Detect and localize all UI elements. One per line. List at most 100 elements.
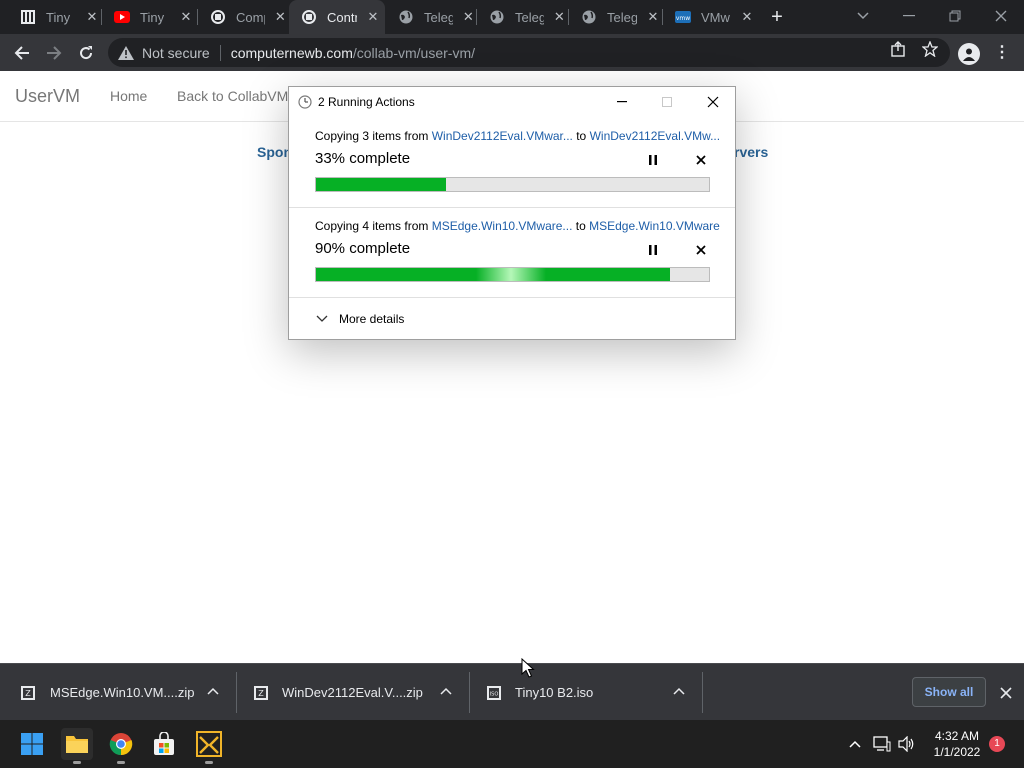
download-filename: Tiny10 B2.iso [515,685,594,700]
minimize-icon[interactable] [894,4,924,28]
bookmark-star-icon[interactable] [921,40,939,58]
tab-4[interactable]: Teleg ✕ [386,0,476,34]
tab-search-icon[interactable] [848,4,878,28]
chevron-up-icon[interactable] [672,684,686,698]
tab-6[interactable]: Teleg ✕ [569,0,661,34]
dialog-minimize-icon[interactable] [610,91,634,113]
tab-0[interactable]: Tiny ✕ [8,0,100,34]
reload-button[interactable] [73,40,99,66]
tab-close-icon[interactable]: ✕ [273,9,288,25]
sponsor-link[interactable]: Spon [257,144,292,160]
kebab-menu-icon[interactable]: ⋮ [992,42,1012,64]
nav-home-link[interactable]: Home [110,88,147,104]
windows-logo-icon [21,733,43,755]
tab-2[interactable]: Comp ✕ [198,0,288,34]
clock-time: 4:32 AM [934,729,980,743]
cancel-operation-icon[interactable] [693,243,709,257]
tab-close-icon[interactable]: ✕ [178,9,194,25]
close-download-shelf-icon[interactable] [997,684,1015,702]
restore-icon[interactable] [940,4,970,28]
chevron-up-icon[interactable] [439,684,453,698]
chevron-up-icon[interactable] [206,684,220,698]
tab-title: Teleg [515,9,544,25]
chrome-button[interactable] [105,728,137,764]
back-arrow-icon [14,46,29,60]
tab-close-icon[interactable]: ✕ [84,9,100,25]
site-brand[interactable]: UserVM [15,86,80,107]
start-button[interactable] [16,728,48,760]
download-item[interactable]: Z WinDev2112Eval.V....zip [237,664,469,721]
store-bag-icon [154,732,174,755]
zip-file-icon: Z [254,685,268,700]
operation-to: to [572,219,590,233]
show-hidden-icons-chevron-icon[interactable] [845,734,865,754]
tab-close-icon[interactable]: ✕ [461,9,476,25]
dialog-close-icon[interactable] [701,91,725,113]
clock-date: 1/1/2022 [933,745,981,759]
volume-icon[interactable] [897,734,917,754]
nav-back-to-collabvm-link[interactable]: Back to CollabVM [177,88,288,104]
mouse-pointer-icon [521,658,535,678]
show-all-button[interactable]: Show all [912,677,986,707]
zip-file-icon: Z [21,685,35,700]
address-bar[interactable]: Not secure computernewb.com/collab-vm/us… [108,38,950,67]
security-status[interactable]: Not secure [142,45,210,61]
tab-strip: Tiny ✕ Tiny ✕ Comp ✕ Contr ✕ Teleg ✕ [0,0,1024,34]
url-host: computernewb.com [230,44,353,61]
destination-folder-link[interactable]: WinDev2112Eval.VMw... [590,129,721,143]
taskbar-clock[interactable]: 4:32 AM 1/1/2022 [926,728,988,760]
more-details-toggle[interactable]: More details [315,311,404,327]
details-divider [289,297,735,298]
profile-avatar[interactable] [958,43,980,65]
cancel-operation-icon[interactable] [693,153,709,167]
tab-5[interactable]: Teleg ✕ [477,0,567,34]
tab-3-active[interactable]: Contr ✕ [289,0,385,34]
network-icon[interactable] [872,734,892,754]
file-explorer-button[interactable] [61,728,93,764]
download-item[interactable]: ISO Tiny10 B2.iso [470,664,702,721]
url-path: /collab-vm/user-vm/ [352,44,476,61]
share-icon[interactable] [889,40,907,58]
svg-text:ISO: ISO [490,691,499,697]
progress-bar [315,267,710,282]
tab-close-icon[interactable]: ✕ [645,9,661,25]
vm-app-button[interactable] [193,728,225,764]
download-shelf: Z MSEdge.Win10.VM....zip Z WinDev2112Eva… [0,663,1024,720]
progress-fill [316,268,670,281]
tab-title: Teleg [607,9,637,25]
close-window-icon[interactable] [986,4,1016,28]
download-filename: MSEdge.Win10.VM....zip [50,685,195,700]
dialog-titlebar[interactable]: 2 Running Actions [289,87,735,117]
warning-icon[interactable] [118,45,134,61]
tab-close-icon[interactable]: ✕ [552,9,567,25]
tab-title: Tiny [46,9,71,25]
clock-icon [298,95,312,109]
tab-1[interactable]: Tiny ✕ [102,0,196,34]
servers-link[interactable]: rvers [734,144,768,160]
source-folder-link[interactable]: WinDev2112Eval.VMwar... [432,129,573,143]
person-icon [963,48,975,61]
operation-prefix: Copying 4 items from [315,219,432,233]
percent-complete: 33% complete [315,150,411,167]
notification-badge[interactable]: 1 [989,736,1005,752]
copy-operation: Copying 4 items from MSEdge.Win10.VMware… [289,207,735,297]
tab-close-icon[interactable]: ✕ [739,9,755,25]
windows-taskbar: 4:32 AM 1/1/2022 1 [0,720,1024,768]
pause-icon[interactable] [645,153,661,167]
globe-icon [398,9,414,25]
back-button[interactable] [9,40,35,66]
tab-7[interactable]: vmw VMw ✕ [663,0,757,34]
svg-text:Z: Z [25,689,31,698]
reload-icon [80,46,93,60]
tab-title: Contr [327,9,357,25]
destination-folder-link[interactable]: MSEdge.Win10.VMware [589,219,720,233]
download-item[interactable]: Z MSEdge.Win10.VM....zip [0,664,236,721]
download-separator [702,672,703,713]
forward-button[interactable] [41,40,67,66]
tab-close-icon[interactable]: ✕ [365,9,381,25]
store-button[interactable] [148,728,180,760]
new-tab-button[interactable]: + [766,6,788,28]
computernewb-icon [301,9,317,25]
source-folder-link[interactable]: MSEdge.Win10.VMware... [432,219,573,233]
pause-icon[interactable] [645,243,661,257]
